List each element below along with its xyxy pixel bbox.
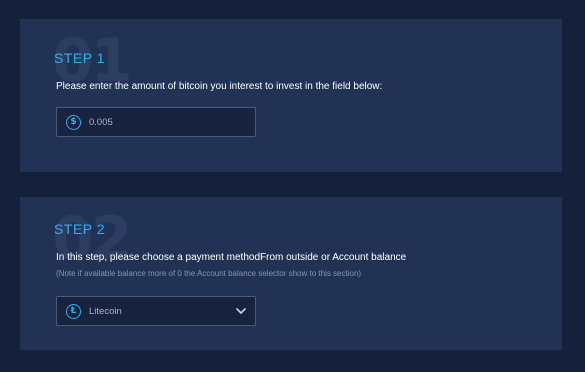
step-2-note: (Note if available balance more of 0 the… <box>56 269 362 278</box>
step-1-card: 01 STEP 1 Please enter the amount of bit… <box>20 19 562 172</box>
amount-field[interactable]: $ <box>56 107 256 137</box>
step-2-instruction: In this step, please choose a payment me… <box>56 252 407 263</box>
payment-method-select[interactable]: Ł Litecoin <box>56 296 256 326</box>
chevron-down-icon[interactable] <box>233 303 249 319</box>
amount-input[interactable] <box>89 116 239 128</box>
step-1-instruction: Please enter the amount of bitcoin you i… <box>56 81 383 92</box>
bitcoin-coin-icon: $ <box>66 114 81 130</box>
step-1-title: STEP 1 <box>54 50 105 66</box>
step-2-card: 02 STEP 2 In this step, please choose a … <box>20 197 562 350</box>
payment-method-selected: Litecoin <box>89 305 122 317</box>
step-2-title: STEP 2 <box>54 221 105 237</box>
litecoin-coin-icon: Ł <box>66 303 81 319</box>
